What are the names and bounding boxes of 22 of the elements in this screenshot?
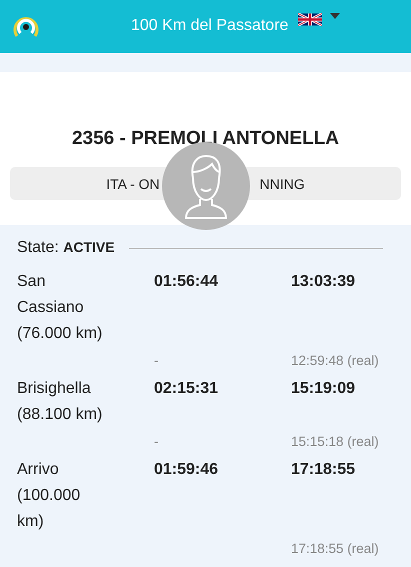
real-passage-time: 17:18:55 (real) <box>291 540 380 558</box>
state-label: State: ACTIVE <box>17 239 115 257</box>
checkpoint-name: San Cassiano (76.000 km) <box>17 272 104 344</box>
language-selector[interactable] <box>298 13 340 26</box>
category-text: ITA - ON <box>106 176 160 192</box>
athlete-name: 2356 - PREMOLI ANTONELLA <box>70 128 340 150</box>
passage-time: 13:03:39 <box>291 272 356 292</box>
real-passage-time: 15:15:18 (real) <box>291 433 380 451</box>
split-time: 01:59:46 <box>154 460 220 480</box>
split-time: 02:15:31 <box>154 379 220 399</box>
passage-time: 17:18:55 <box>291 460 356 480</box>
real-passage-time: 12:59:48 (real) <box>291 352 380 370</box>
flag-icon <box>298 13 322 26</box>
caret-icon <box>330 13 340 19</box>
real-split-time: - <box>154 353 158 368</box>
real-split-time: - <box>154 434 158 449</box>
split-time: 01:56:44 <box>154 272 220 292</box>
category-text: NNING <box>260 176 305 192</box>
checkpoint-name: Brisighella (88.100 km) <box>17 379 104 425</box>
checkpoint-name: Arrivo (100.000 km) <box>17 460 82 532</box>
app-title: 100 Km del Passatore <box>131 17 288 35</box>
passage-time: 15:19:09 <box>291 379 356 399</box>
